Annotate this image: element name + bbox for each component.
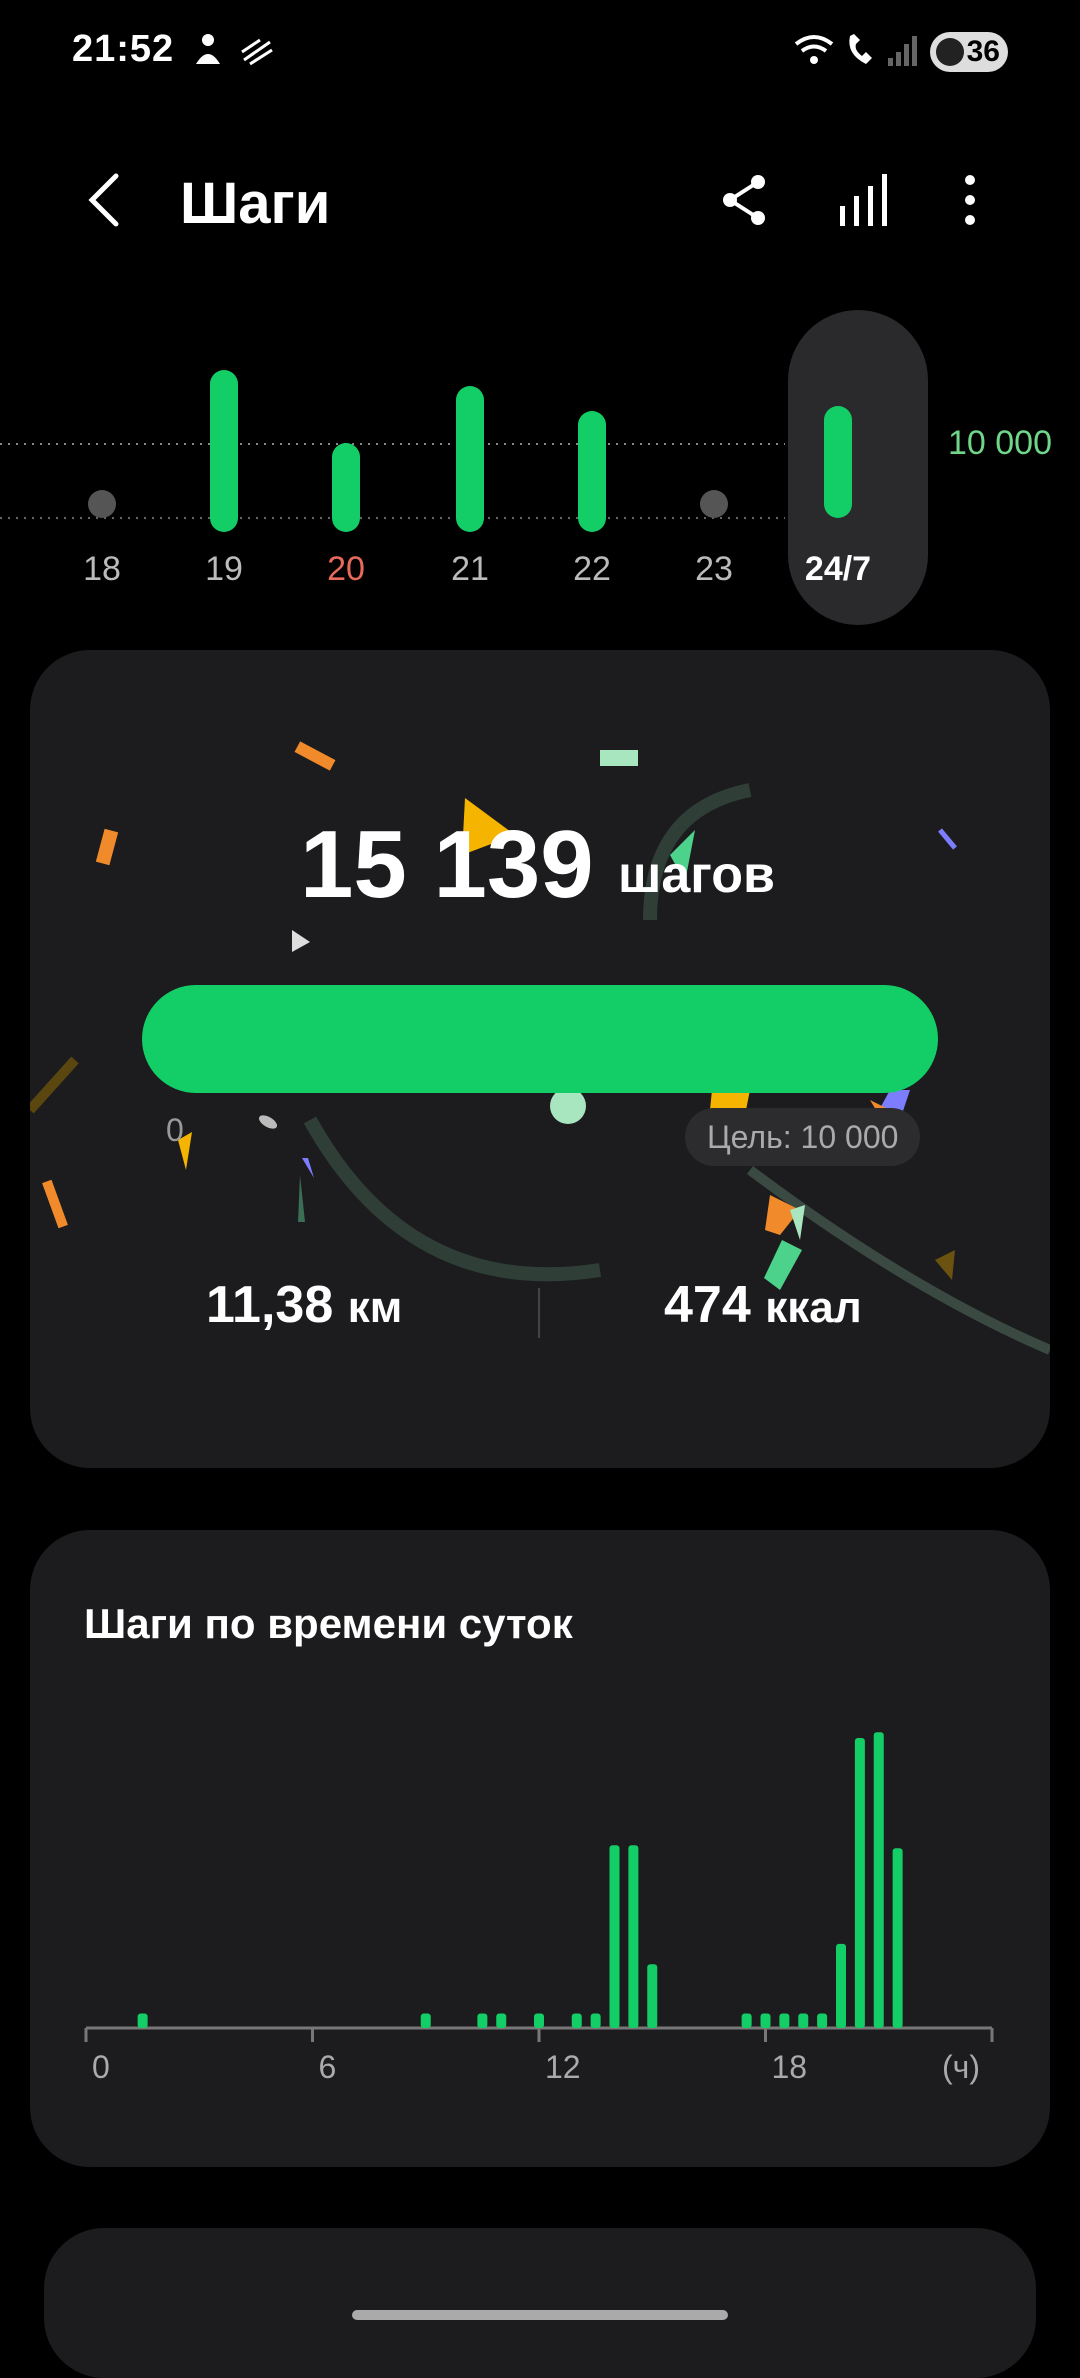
status-time: 21:52 bbox=[72, 28, 175, 70]
hourly-bar bbox=[760, 2013, 771, 2028]
day-label: 18 bbox=[83, 550, 121, 588]
distance-value: 11,38 bbox=[206, 1276, 334, 1334]
hourly-bar bbox=[854, 1738, 865, 2028]
day-steps-bar bbox=[456, 386, 484, 532]
x-tick-label: (ч) bbox=[942, 2049, 980, 2085]
day-steps-bar bbox=[578, 410, 606, 532]
battery-icon: 36 bbox=[930, 32, 1008, 72]
x-tick-label: 6 bbox=[319, 2049, 337, 2085]
calories-stat: 474 ккал bbox=[664, 1275, 862, 1335]
steps-count: 15 139 bbox=[300, 811, 594, 918]
hourly-bar bbox=[647, 1964, 658, 2028]
hourly-bar bbox=[779, 2013, 790, 2028]
day-label: 23 bbox=[695, 550, 733, 588]
steps-unit: шагов bbox=[618, 846, 775, 904]
more-vert-icon[interactable] bbox=[940, 170, 1000, 230]
hourly-card-title: Шаги по времени суток bbox=[84, 1600, 573, 1647]
progress-start-label: 0 bbox=[166, 1112, 184, 1148]
app-bar: Шаги bbox=[0, 140, 1080, 260]
steps-progress-bar bbox=[142, 985, 938, 1093]
hourly-bar bbox=[817, 2013, 828, 2028]
hourly-bar bbox=[496, 2013, 507, 2028]
hourly-bar bbox=[137, 2013, 148, 2028]
status-bar: 21:52 36 bbox=[0, 0, 1080, 100]
goal-chip: Цель: 10 000 bbox=[685, 1108, 921, 1166]
day-23[interactable]: 23 bbox=[674, 300, 754, 630]
day-label: 24/7 bbox=[804, 550, 872, 588]
day-21[interactable]: 21 bbox=[430, 300, 510, 630]
hourly-bar bbox=[420, 2013, 431, 2028]
page-title: Шаги bbox=[180, 171, 331, 236]
bar-chart-icon[interactable] bbox=[834, 170, 894, 230]
stat-divider bbox=[538, 1288, 540, 1338]
day-steps-bar bbox=[210, 370, 238, 532]
next-card[interactable] bbox=[44, 2228, 1036, 2378]
battery-saver-icon bbox=[936, 38, 964, 66]
day-empty-dot bbox=[700, 490, 728, 518]
hourly-bar bbox=[741, 2013, 752, 2028]
hourly-bar bbox=[836, 1943, 846, 2028]
home-indicator[interactable] bbox=[352, 2310, 728, 2320]
distance-stat: 11,38 км bbox=[206, 1275, 402, 1335]
distance-unit: км bbox=[347, 1283, 403, 1332]
day-steps-bar bbox=[824, 406, 852, 518]
hourly-bar bbox=[628, 1845, 639, 2028]
x-tick-label: 12 bbox=[545, 2049, 581, 2085]
wifi-icon bbox=[794, 35, 834, 64]
day-18[interactable]: 18 bbox=[62, 300, 142, 630]
day-19[interactable]: 19 bbox=[184, 300, 264, 630]
x-tick-label: 0 bbox=[92, 2049, 110, 2085]
hourly-bar bbox=[873, 1732, 884, 2028]
goal-line-label: 10 000 bbox=[948, 424, 1052, 462]
day-label: 20 bbox=[327, 550, 365, 588]
day-label: 21 bbox=[451, 550, 489, 588]
week-guides bbox=[0, 443, 785, 519]
hourly-bar bbox=[892, 1848, 903, 2028]
cell-signal-icon bbox=[888, 36, 917, 66]
signal-slash-icon bbox=[241, 38, 273, 66]
hourly-bar bbox=[798, 2013, 809, 2028]
wifi-calling-icon bbox=[849, 34, 872, 64]
hourly-steps-card[interactable]: 0 6 12 18 (ч) Шаги по времени суток bbox=[30, 1530, 1050, 2167]
steps-summary-card[interactable]: 15 139 шагов 0 Цель: 10 000 11,38 км 474… bbox=[30, 650, 1050, 1468]
share-icon[interactable] bbox=[716, 170, 776, 230]
day-steps-bar bbox=[332, 442, 360, 532]
hourly-bar bbox=[590, 2013, 601, 2028]
back-icon[interactable] bbox=[80, 170, 130, 230]
day-22[interactable]: 22 bbox=[552, 300, 632, 630]
day-24/7[interactable]: 24/7 bbox=[798, 300, 878, 630]
hourly-bar bbox=[571, 2013, 582, 2028]
day-20[interactable]: 20 bbox=[306, 300, 386, 630]
x-tick-label: 18 bbox=[772, 2049, 808, 2085]
calories-value: 474 bbox=[664, 1276, 751, 1334]
day-empty-dot bbox=[88, 490, 116, 518]
day-label: 19 bbox=[205, 550, 243, 588]
notification-icon bbox=[196, 34, 220, 64]
day-7[interactable]: 7 bbox=[0, 300, 20, 630]
hourly-bar bbox=[477, 2013, 488, 2028]
battery-level: 36 bbox=[966, 35, 1000, 68]
week-selector: 10 000 7 18 19 20 21 22 23 24/7 bbox=[0, 300, 1080, 630]
day-label: 7 bbox=[0, 550, 20, 589]
calories-unit: ккал bbox=[765, 1283, 862, 1332]
hourly-bar bbox=[609, 1845, 620, 2028]
day-label: 22 bbox=[573, 550, 611, 588]
hourly-bar bbox=[534, 2013, 544, 2028]
